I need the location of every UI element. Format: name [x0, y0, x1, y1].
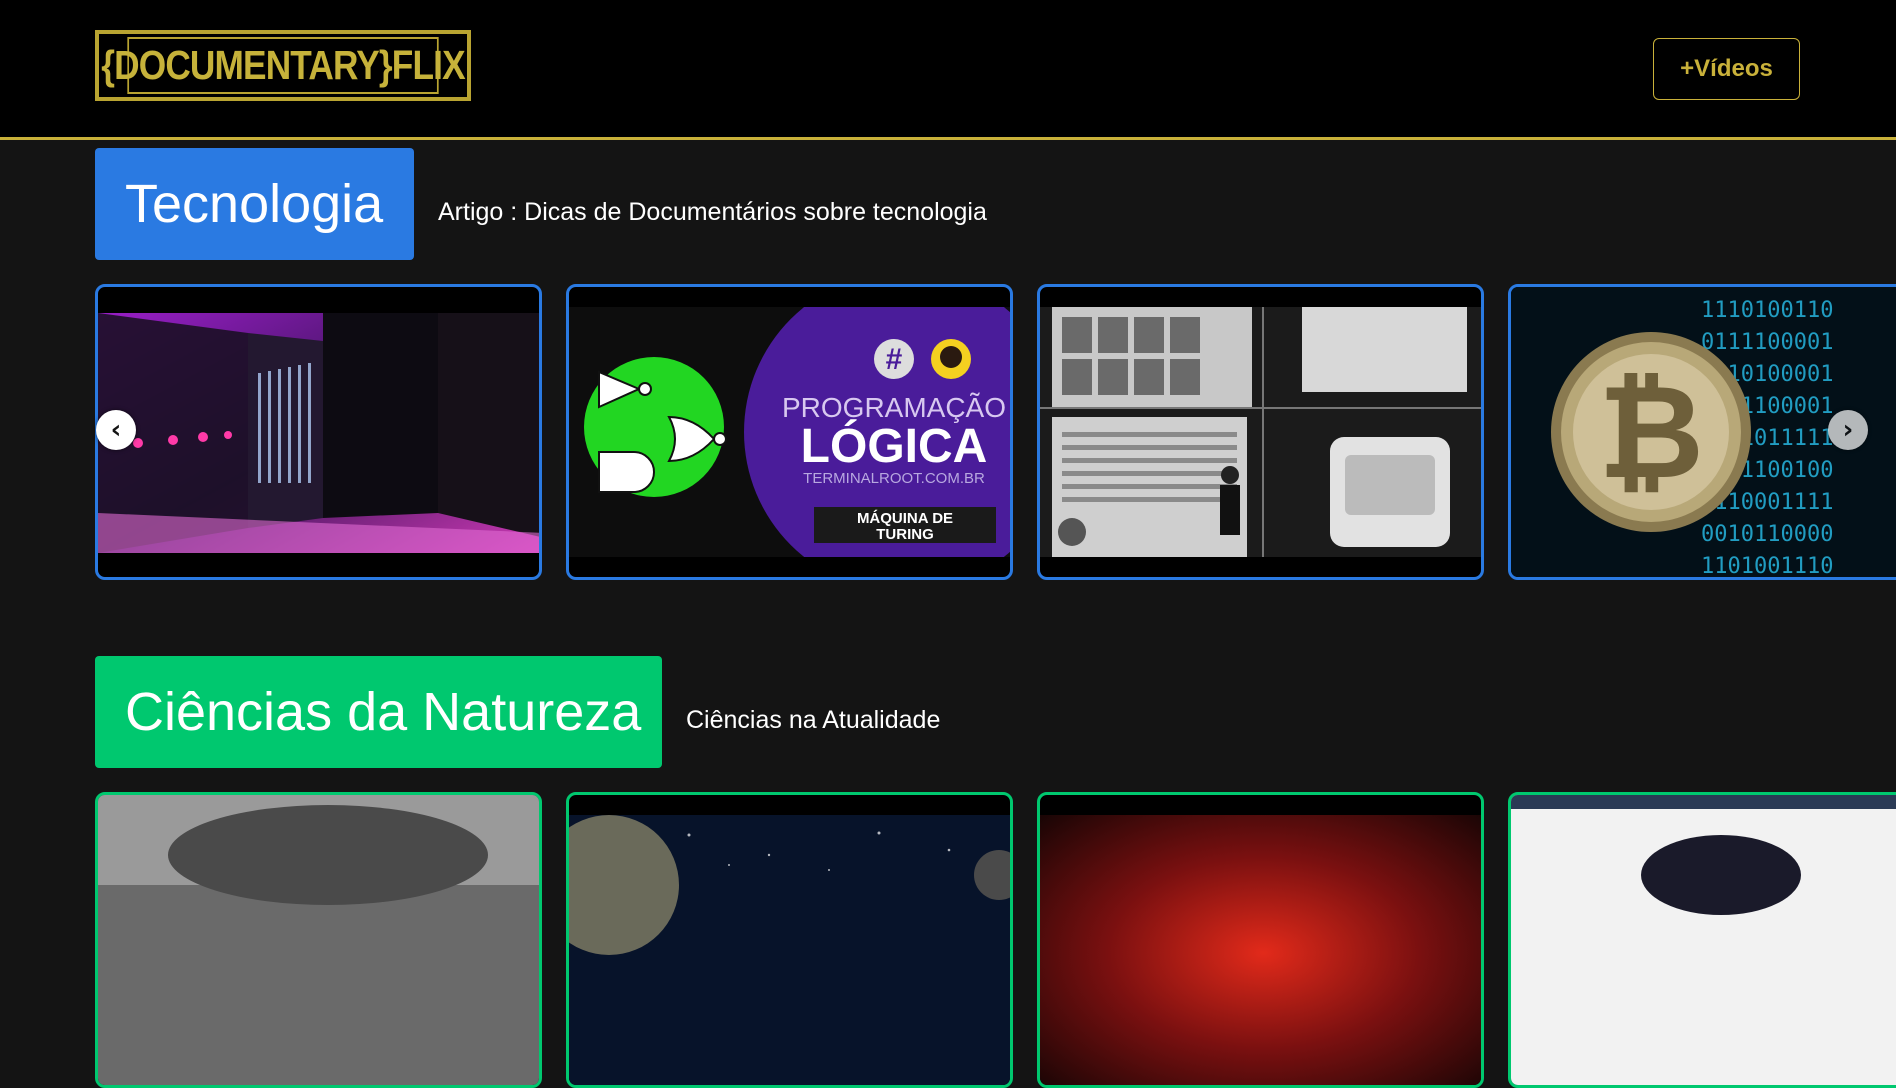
video-thumbnail: [98, 795, 539, 1085]
logo-text: {DOCUMENTARY}FLIX: [101, 37, 466, 94]
video-card-2[interactable]: # PROGRAMAÇÃO LÓGICA TERMINALROOT.COM.BR…: [566, 284, 1013, 580]
video-thumbnail: [98, 313, 539, 553]
svg-text:0111100001: 0111100001: [1701, 330, 1833, 355]
video-card-7[interactable]: [1037, 792, 1484, 1088]
section-subtitle-ciencias[interactable]: Ciências na Atualidade: [686, 706, 940, 735]
section-title-tecnologia: Tecnologia: [95, 148, 414, 260]
video-thumbnail: [569, 815, 1010, 1085]
video-card-6[interactable]: [566, 792, 1013, 1088]
video-thumbnail: [1040, 307, 1481, 557]
svg-text:0010110000: 0010110000: [1701, 522, 1833, 547]
video-card-1[interactable]: [95, 284, 542, 580]
svg-text:1110100110: 1110100110: [1701, 298, 1833, 323]
chevron-left-icon[interactable]: ‹: [96, 410, 136, 450]
more-videos-button[interactable]: +Vídeos: [1653, 38, 1800, 100]
thumb-text-3: TERMINALROOT.COM.BR: [803, 470, 985, 487]
svg-text:₿: ₿: [1598, 359, 1704, 505]
site-header: {DOCUMENTARY}FLIX +Vídeos: [0, 0, 1896, 140]
video-thumbnail: # PROGRAMAÇÃO LÓGICA TERMINALROOT.COM.BR…: [569, 287, 1010, 577]
video-thumbnail: [1040, 815, 1481, 1085]
svg-text:1101001110: 1101001110: [1701, 554, 1833, 579]
video-card-8[interactable]: [1508, 792, 1896, 1088]
video-thumbnail: [1511, 795, 1896, 1085]
chevron-right-icon[interactable]: ›: [1828, 410, 1868, 450]
video-card-3[interactable]: [1037, 284, 1484, 580]
thumb-text-2: LÓGICA: [801, 418, 988, 473]
thumb-text-5: TURING: [876, 526, 934, 543]
section-title-ciencias: Ciências da Natureza: [95, 656, 662, 768]
thumb-text-4: MÁQUINA DE: [857, 510, 953, 527]
svg-text:#: #: [886, 343, 903, 376]
site-logo[interactable]: {DOCUMENTARY}FLIX: [95, 30, 471, 101]
thumb-text-1: PROGRAMAÇÃO: [782, 392, 1006, 423]
section-subtitle-tecnologia[interactable]: Artigo : Dicas de Documentários sobre te…: [438, 198, 987, 227]
video-card-5[interactable]: [95, 792, 542, 1088]
